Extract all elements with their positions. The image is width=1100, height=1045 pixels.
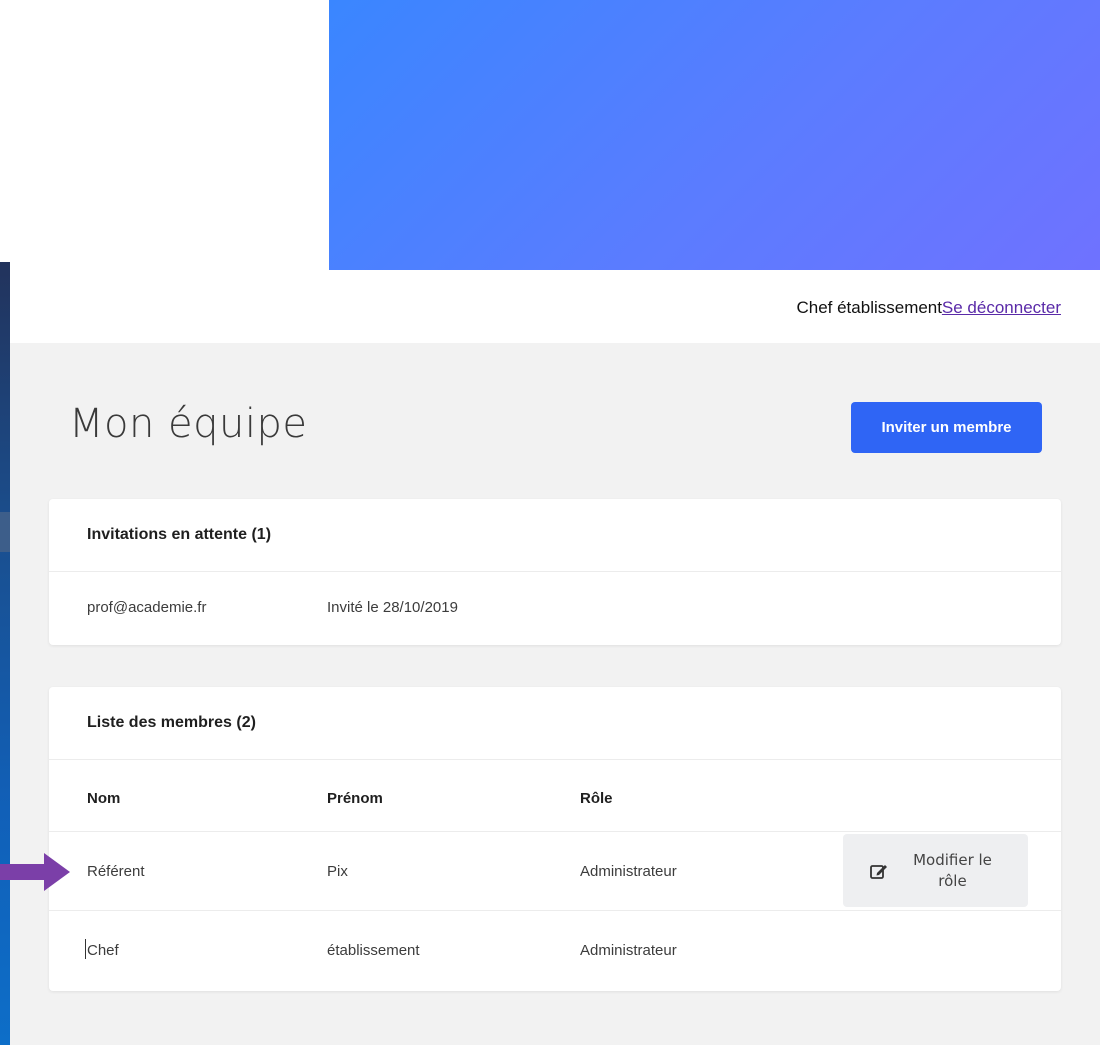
member-role: Administrateur [580, 942, 677, 959]
pending-invitations-title: Invitations en attente (1) [49, 499, 1061, 572]
table-row: Chef établissement Administrateur [49, 911, 1061, 988]
modify-role-button[interactable]: Modifier le rôle [843, 834, 1028, 907]
members-list-title: Liste des membres (2) [49, 687, 1061, 760]
table-row: Référent Pix Administrateur Modifier le … [49, 832, 1061, 911]
members-list-card: Liste des membres (2) Nom Prénom Rôle Ré… [49, 687, 1061, 991]
member-prenom: établissement [327, 942, 420, 959]
app-root: Chef établissement Se déconnecter Mon éq… [0, 0, 1100, 1045]
pending-invitations-card: Invitations en attente (1) prof@academie… [49, 499, 1061, 645]
text-cursor [85, 939, 86, 959]
modify-role-label: Modifier le rôle [913, 850, 992, 890]
header-banner [329, 0, 1100, 270]
member-nom: Chef [87, 942, 119, 959]
member-nom: Référent [87, 863, 145, 880]
column-header-nom: Nom [87, 790, 121, 807]
sidebar [0, 262, 10, 1045]
sidebar-active-item[interactable] [0, 512, 10, 552]
edit-icon [869, 861, 889, 881]
member-prenom: Pix [327, 863, 348, 880]
invitation-email: prof@academie.fr [87, 599, 207, 616]
invitation-row: prof@academie.fr Invité le 28/10/2019 [49, 572, 1061, 645]
top-bar: Chef établissement Se déconnecter [10, 270, 1100, 343]
logout-link[interactable]: Se déconnecter [942, 298, 1061, 318]
member-role: Administrateur [580, 863, 677, 880]
column-header-prenom: Prénom [327, 790, 383, 807]
page-title: Mon équipe [69, 401, 308, 447]
members-table-header: Nom Prénom Rôle [49, 760, 1061, 832]
user-name: Chef établissement [796, 298, 942, 317]
column-header-role: Rôle [580, 790, 613, 807]
arrow-right-icon [0, 853, 70, 891]
main-content: Mon équipe Inviter un membre Invitations… [10, 343, 1100, 1045]
invitation-date: Invité le 28/10/2019 [327, 599, 458, 616]
invite-member-button[interactable]: Inviter un membre [851, 402, 1042, 453]
